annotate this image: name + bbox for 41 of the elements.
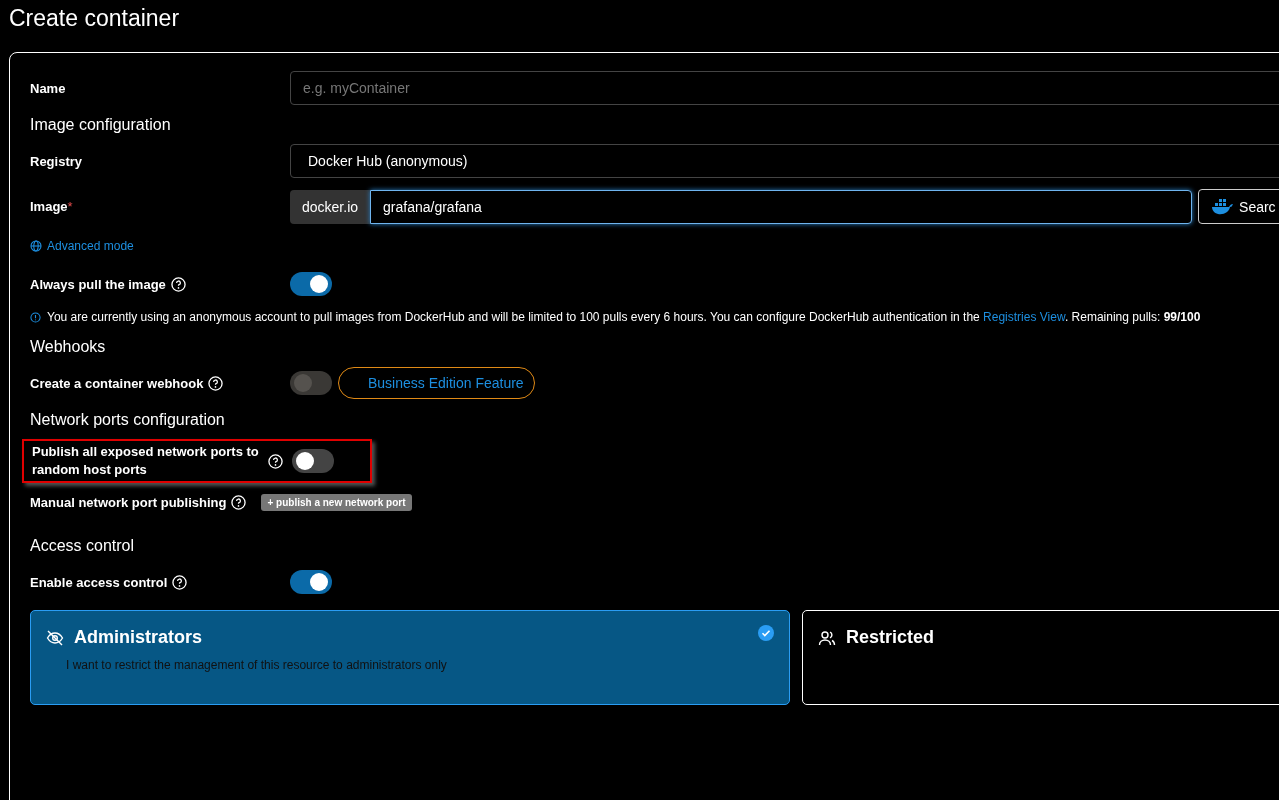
option-description: I want to restrict the management of this resource to administrators only <box>66 658 448 672</box>
image-input[interactable]: grafana/grafana <box>370 189 1193 224</box>
help-icon <box>231 495 247 510</box>
section-heading: Network ports configuration <box>30 411 226 429</box>
field-label: Name <box>30 80 67 96</box>
field-label: Registry <box>30 153 84 169</box>
option-title: Restricted <box>846 627 935 648</box>
section-heading: Access control <box>30 537 136 555</box>
advanced-mode-link[interactable]: Advanced mode <box>30 239 134 253</box>
access-option-card[interactable]: Administrators I want to restrict the management of this resource to administrators only <box>30 610 790 705</box>
field-label: Enable access control <box>30 574 168 590</box>
toggle-switch[interactable] <box>290 272 332 296</box>
globe-icon <box>30 240 42 252</box>
users-icon <box>818 628 836 647</box>
registries-view-link[interactable]: Registries View <box>983 310 1065 324</box>
registry-prefix: docker.io <box>290 189 371 224</box>
option-title: Administrators <box>74 627 203 648</box>
help-icon <box>208 375 224 391</box>
check-icon <box>758 625 774 641</box>
field-label: Publish all exposed network ports to random host ports <box>32 443 260 479</box>
help-icon <box>170 276 186 292</box>
eye-slash-icon <box>46 628 64 647</box>
access-option-card[interactable]: Restricted <box>802 610 1279 705</box>
publish-port-button[interactable]: + publish a new network port <box>261 494 412 511</box>
info-icon <box>30 311 41 323</box>
whale-icon <box>1211 198 1234 215</box>
toggle-switch[interactable] <box>290 570 332 594</box>
search-button[interactable]: Searc <box>1198 189 1279 224</box>
field-label: Create a container webhook <box>30 375 204 391</box>
help-icon <box>268 453 283 469</box>
section-heading: Webhooks <box>30 338 107 356</box>
field-label: Manual network port publishing <box>30 495 227 510</box>
name-input[interactable]: e.g. myContainer <box>290 71 1279 105</box>
registry-select[interactable]: Docker Hub (anonymous) <box>290 144 1279 178</box>
section-heading: Image configuration <box>30 116 172 134</box>
field-label: Always pull the image <box>30 276 166 292</box>
field-label: Image* <box>30 199 74 214</box>
toggle-switch[interactable] <box>292 449 334 473</box>
page-title: Create container <box>8 4 181 33</box>
help-icon <box>172 574 188 590</box>
info-message: You are currently using an anonymous account to pull images from DockerHub and will be limited to 100 pulls every 6 hours. You can configure DockerHub authentication in the Registries View. Remaining pulls: 99/100 <box>47 310 1201 324</box>
